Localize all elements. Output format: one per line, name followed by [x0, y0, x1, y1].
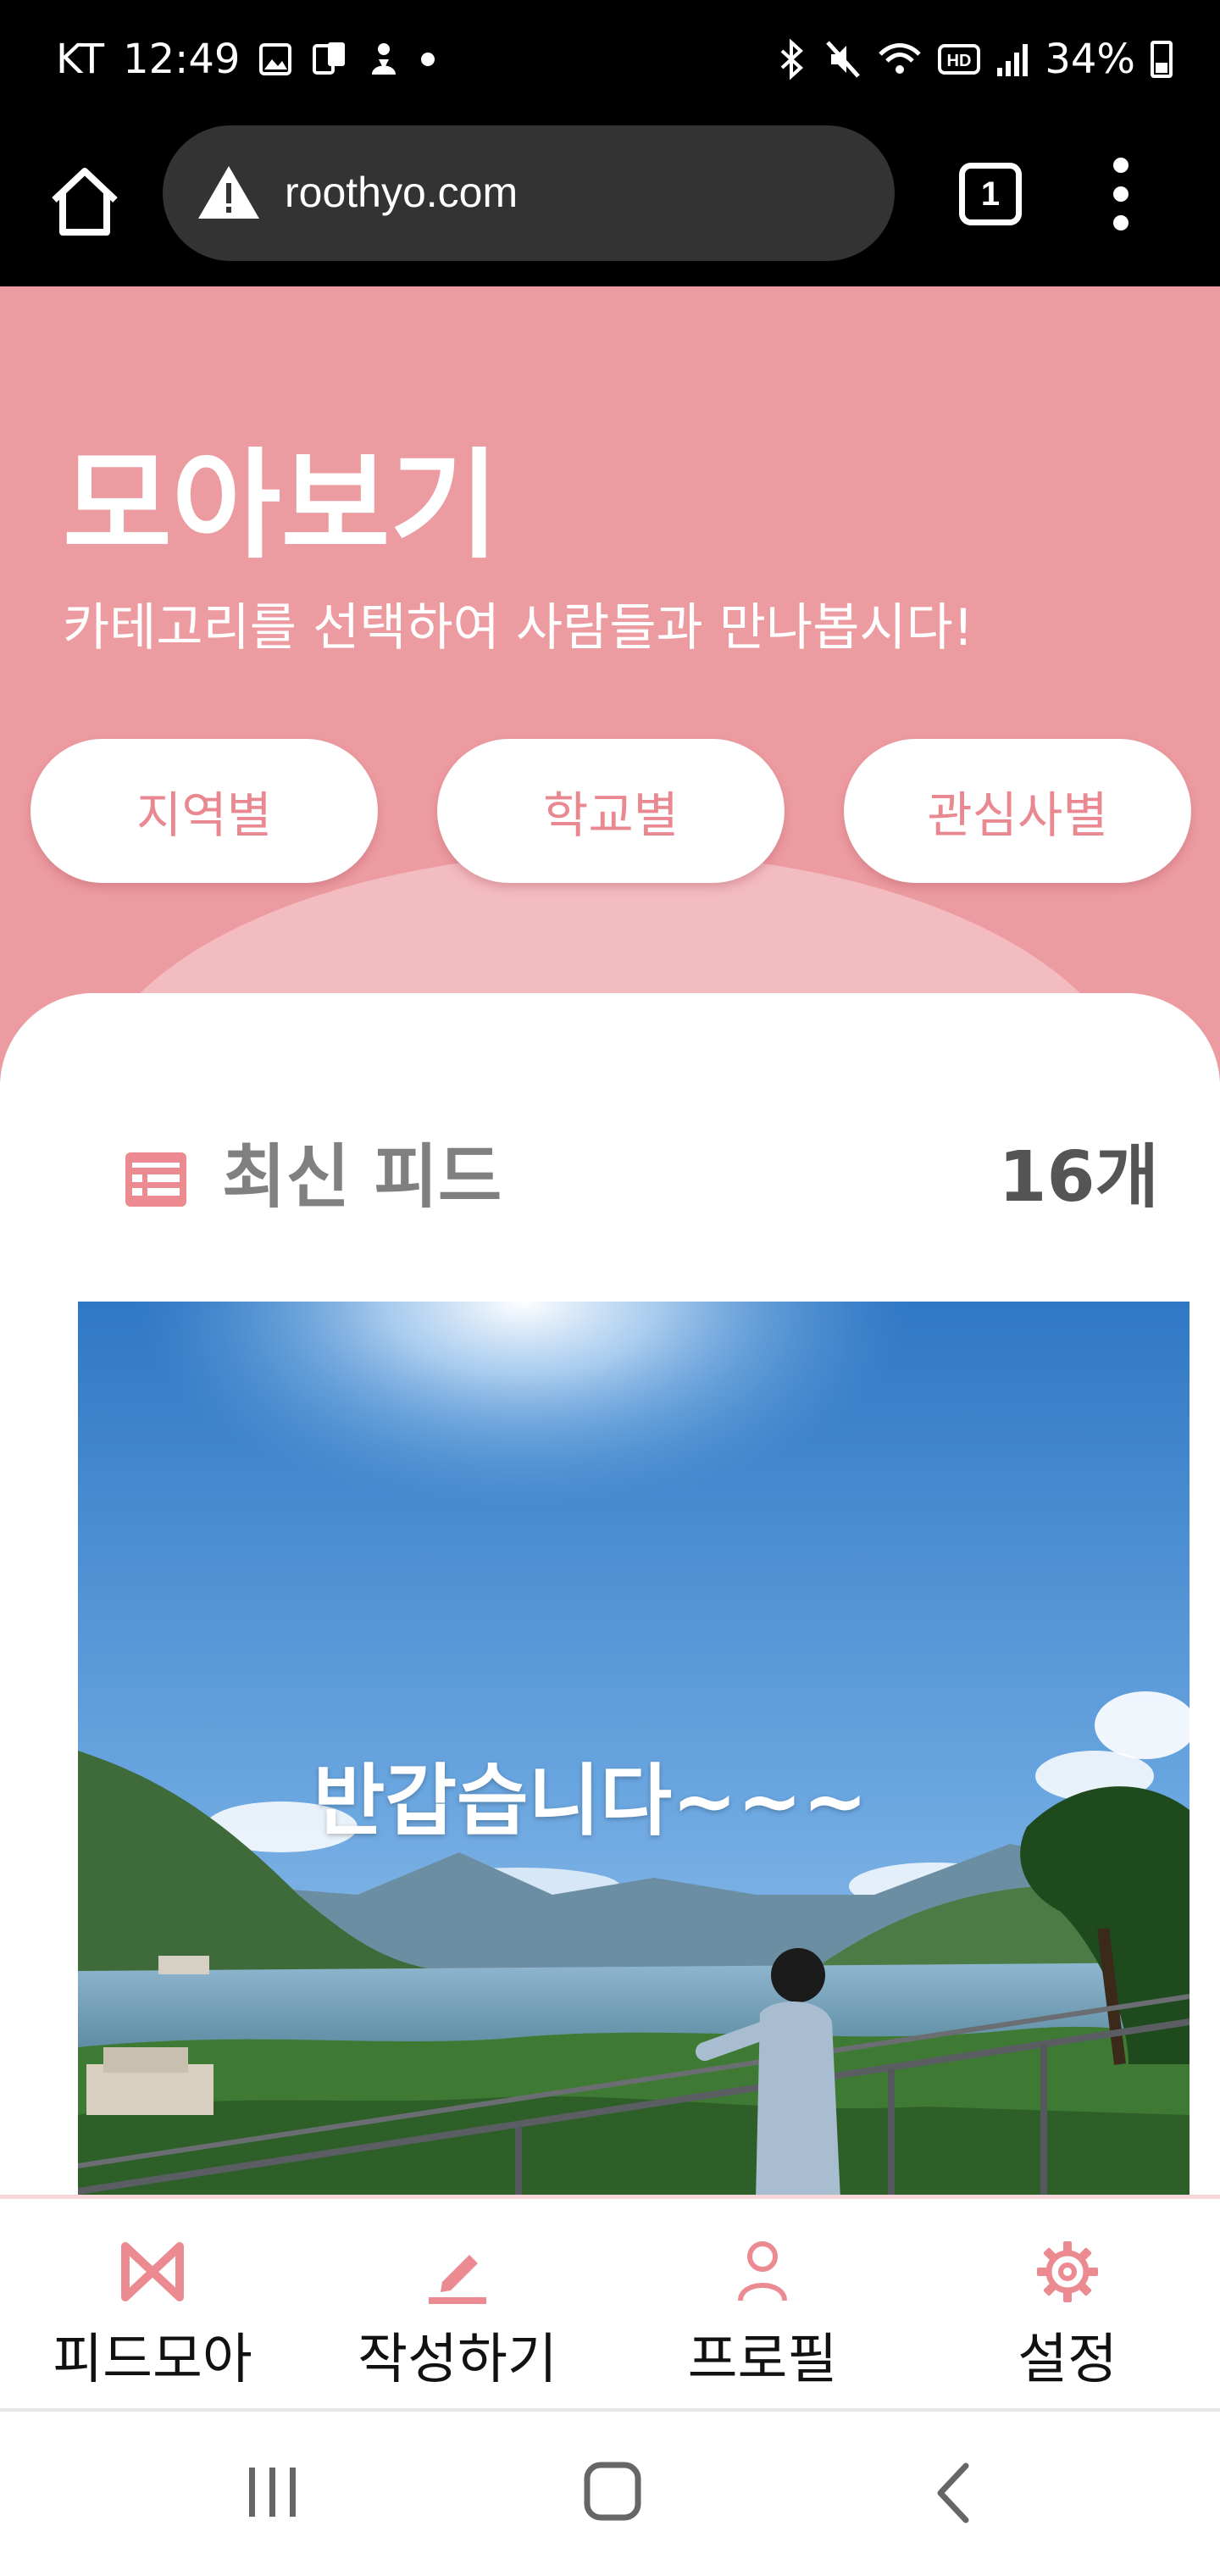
bottom-nav: 피드모아 작성하기 프로필 설정 [0, 2195, 1220, 2412]
screen-icon [313, 42, 346, 75]
back-icon[interactable] [932, 2461, 974, 2525]
feed-list-icon [125, 1152, 186, 1207]
home-icon[interactable] [583, 2461, 642, 2522]
svg-text:HD: HD [947, 52, 972, 70]
nav-item-profile[interactable]: 프로필 [610, 2199, 915, 2416]
overflow-menu-icon[interactable] [1105, 158, 1139, 234]
carrier: KT [56, 36, 105, 83]
nav-label: 프로필 [687, 2329, 838, 2391]
warning-icon[interactable] [197, 164, 261, 220]
recent-apps-icon[interactable] [246, 2462, 300, 2522]
post-caption: 반갑습니다~~~ [313, 1756, 868, 1846]
category-label: 학교별 [542, 786, 679, 844]
feed-count: 16개 [998, 1137, 1159, 1218]
hero-section: 모아보기 카테고리를 선택하여 사람들과 만나봅시다! 지역별 학교별 관심사별 [0, 286, 1220, 1083]
status-right: HD 34% [775, 32, 1173, 86]
nav-label: 작성하기 [358, 2329, 557, 2391]
address-bar[interactable]: roothyo.com [163, 125, 895, 261]
browser-toolbar: roothyo.com 1 [0, 117, 1220, 286]
nav-item-write[interactable]: 작성하기 [305, 2199, 610, 2416]
feed-post-image[interactable]: 반갑습니다~~~ [78, 1302, 1190, 2196]
nav-label: 설정 [1018, 2329, 1117, 2391]
status-left: KT 12:49 [56, 32, 436, 86]
system-nav-bar [0, 2412, 1220, 2576]
nav-label: 피드모아 [53, 2329, 252, 2391]
battery-percent: 34% [1045, 36, 1135, 83]
wifi-icon [879, 43, 922, 74]
hd-icon: HD [938, 44, 981, 75]
dot-icon [421, 53, 435, 66]
app-icon [372, 43, 396, 75]
feed-header: 최신 피드 16개 [0, 993, 1220, 1298]
category-label: 지역별 [136, 786, 273, 844]
page-subtitle: 카테고리를 선택하여 사람들과 만나봅시다! [63, 598, 973, 658]
url-text[interactable]: roothyo.com [285, 168, 518, 217]
signal-icon [997, 44, 1029, 76]
bowtie-icon [121, 2242, 184, 2301]
nav-item-settings[interactable]: 설정 [915, 2199, 1220, 2416]
gear-icon [1037, 2241, 1098, 2302]
feed-title: 최신 피드 [222, 1137, 502, 1218]
person-icon [738, 2241, 787, 2301]
bluetooth-icon [780, 39, 804, 80]
category-label: 관심사별 [927, 786, 1108, 844]
pencil-icon [429, 2255, 486, 2304]
clock: 12:49 [123, 36, 241, 83]
tab-count: 1 [980, 175, 1001, 213]
tab-switcher-button[interactable]: 1 [959, 163, 1022, 225]
category-button-interest[interactable]: 관심사별 [844, 739, 1191, 883]
status-bar: KT 12:49 HD 34% [0, 0, 1220, 117]
feed-card: 최신 피드 16개 반갑습니다~~~ [0, 993, 1220, 2196]
category-button-region[interactable]: 지역별 [30, 739, 378, 883]
page-title: 모아보기 [63, 437, 500, 575]
battery-icon [1151, 41, 1173, 78]
category-button-school[interactable]: 학교별 [437, 739, 785, 883]
home-icon[interactable] [44, 161, 125, 242]
nav-item-feed[interactable]: 피드모아 [0, 2199, 305, 2416]
mute-icon [826, 41, 861, 78]
gallery-icon [259, 43, 292, 75]
